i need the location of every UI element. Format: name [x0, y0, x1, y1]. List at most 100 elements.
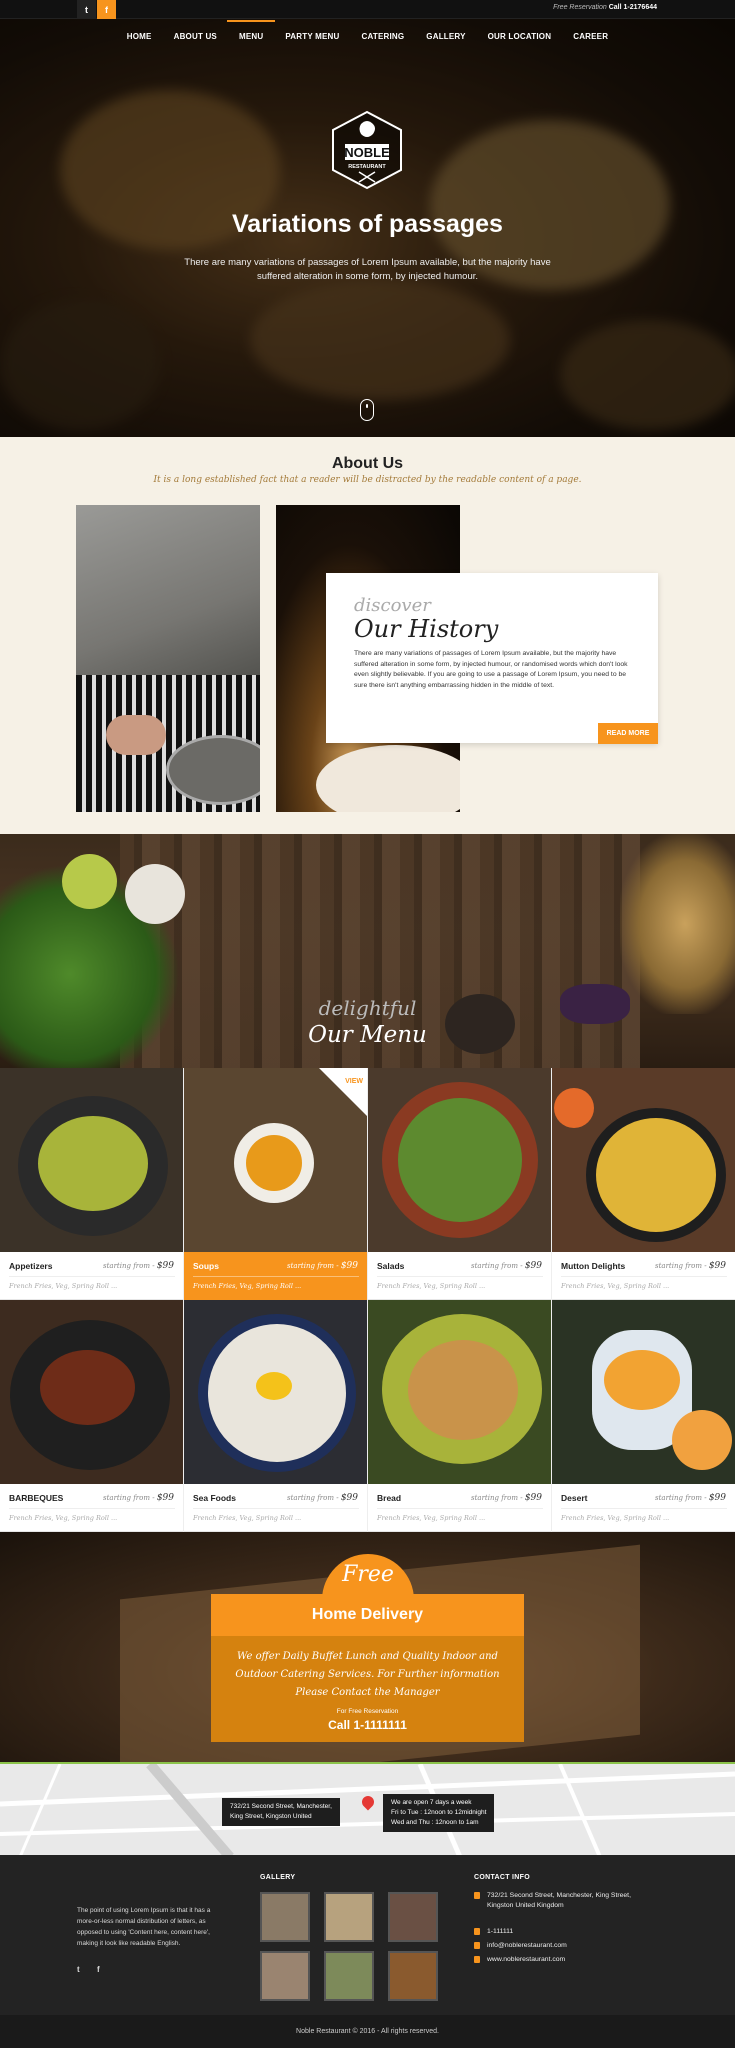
- menu-item-starting: starting from -: [103, 1494, 155, 1502]
- footer-twitter-icon[interactable]: t: [77, 1965, 80, 1974]
- menu-item-desc: French Fries, Veg, Spring Roll ...: [377, 1282, 486, 1290]
- phone-icon: [474, 1928, 480, 1935]
- menu-item-price-value: $99: [708, 1261, 726, 1271]
- menu-card-sea-foods[interactable]: Sea Foods starting from - $99 French Fri…: [184, 1300, 368, 1532]
- copyright: Noble Restaurant © 2016 - All rights res…: [0, 2015, 735, 2048]
- menu-item-price: starting from - $99: [471, 1493, 542, 1503]
- view-link[interactable]: VIEW: [345, 1078, 363, 1085]
- about-section: About Us It is a long established fact t…: [0, 437, 735, 834]
- scroll-mouse-icon[interactable]: [360, 399, 374, 421]
- menu-item-desc: French Fries, Veg, Spring Roll ...: [193, 1282, 302, 1290]
- menu-item-price-value: $99: [524, 1261, 542, 1271]
- divider: [9, 1508, 175, 1509]
- map-hours-line2: Fri to Tue : 12noon to 12midnight: [391, 1809, 487, 1816]
- menu-item-price: starting from - $99: [103, 1261, 174, 1271]
- email-icon: [474, 1942, 480, 1949]
- menu-item-price-value: $99: [524, 1493, 542, 1503]
- free-label: Free: [342, 1562, 394, 1587]
- barbeques-image: [0, 1300, 183, 1484]
- menu-item-price: starting from - $99: [655, 1493, 726, 1503]
- hero-section: t f Free Reservation Call 1-2176644 HOME…: [0, 0, 735, 437]
- menu-item-desc: French Fries, Veg, Spring Roll ...: [9, 1282, 118, 1290]
- nav-home[interactable]: HOME: [127, 32, 152, 41]
- menu-card-barbeques[interactable]: BARBEQUES starting from - $99 French Fri…: [0, 1300, 184, 1532]
- twitter-icon[interactable]: t: [77, 0, 96, 19]
- facebook-icon[interactable]: f: [97, 0, 116, 19]
- nav-catering[interactable]: CATERING: [362, 32, 405, 41]
- contact-web-text[interactable]: www.noblerestaurant.com: [487, 1955, 647, 1965]
- delivery-text: We offer Daily Buffet Lunch and Quality …: [235, 1651, 500, 1698]
- menu-card-bar: Bread starting from - $99 French Fries, …: [368, 1484, 551, 1532]
- gallery-thumb-2[interactable]: [324, 1892, 374, 1942]
- menu-item-starting: starting from -: [471, 1494, 523, 1502]
- desert-image: [552, 1300, 735, 1484]
- nav-our-location[interactable]: OUR LOCATION: [488, 32, 552, 41]
- gallery-thumb-6[interactable]: [388, 1951, 438, 2001]
- location-icon: [474, 1892, 480, 1899]
- read-more-button[interactable]: READ MORE: [598, 723, 658, 744]
- menu-card-soups[interactable]: VIEW Soups starting from - $99 French Fr…: [184, 1068, 368, 1300]
- menu-card-bread[interactable]: Bread starting from - $99 French Fries, …: [368, 1300, 552, 1532]
- our-menu-title: Our Menu: [308, 1022, 427, 1048]
- menu-item-starting: starting from -: [655, 1494, 707, 1502]
- top-reservation: Free Reservation Call 1-2176644: [553, 4, 657, 11]
- view-corner: [319, 1068, 367, 1116]
- footer-facebook-icon[interactable]: f: [97, 1965, 100, 1974]
- menu-card-bar: Appetizers starting from - $99 French Fr…: [0, 1252, 183, 1300]
- menu-item-name: Mutton Delights: [561, 1261, 626, 1271]
- gallery-title: GALLERY: [260, 1874, 296, 1881]
- divider: [9, 1276, 175, 1277]
- globe-icon: [474, 1956, 480, 1963]
- nav-gallery[interactable]: GALLERY: [426, 32, 465, 41]
- menu-item-desc: French Fries, Veg, Spring Roll ...: [9, 1514, 118, 1522]
- nav-career[interactable]: CAREER: [573, 32, 608, 41]
- discover-label: discover: [354, 595, 431, 616]
- map-hours-line3: Wed and Thu : 12noon to 1am: [391, 1819, 479, 1826]
- nav-menu[interactable]: MENU: [226, 20, 276, 41]
- divider: [561, 1276, 727, 1277]
- menu-item-starting: starting from -: [287, 1262, 339, 1270]
- menu-card-mutton[interactable]: Mutton Delights starting from - $99 Fren…: [552, 1068, 735, 1300]
- gallery-thumb-1[interactable]: [260, 1892, 310, 1942]
- menu-item-starting: starting from -: [287, 1494, 339, 1502]
- top-call-number[interactable]: Call 1-2176644: [609, 4, 657, 11]
- menu-item-starting: starting from -: [103, 1262, 155, 1270]
- menu-item-name: Desert: [561, 1493, 588, 1503]
- menu-card-bar: Soups starting from - $99 French Fries, …: [184, 1252, 367, 1300]
- menu-card-desert[interactable]: Desert starting from - $99 French Fries,…: [552, 1300, 735, 1532]
- nav-about-us[interactable]: ABOUT US: [174, 32, 217, 41]
- hero-title: Variations of passages: [232, 210, 503, 238]
- map-address-line2: King Street, Kingston United: [230, 1813, 312, 1820]
- nav-party-menu[interactable]: PARTY MENU: [285, 32, 339, 41]
- menu-card-salads[interactable]: Salads starting from - $99 French Fries,…: [368, 1068, 552, 1300]
- gallery-thumb-4[interactable]: [260, 1951, 310, 2001]
- contact-email-text[interactable]: info@noblerestaurant.com: [487, 1941, 647, 1951]
- menu-item-name: Appetizers: [9, 1261, 53, 1271]
- menu-card-appetizers[interactable]: Appetizers starting from - $99 French Fr…: [0, 1068, 184, 1300]
- map-address-line1: 732/21 Second Street, Manchester,: [230, 1803, 332, 1810]
- location-map[interactable]: 732/21 Second Street, Manchester, King S…: [0, 1762, 735, 1855]
- noble-logo[interactable]: NOBLE RESTAURANT: [331, 110, 403, 190]
- free-reservation-label: Free Reservation: [553, 4, 607, 11]
- divider: [377, 1508, 543, 1509]
- menu-card-bar: BARBEQUES starting from - $99 French Fri…: [0, 1484, 183, 1532]
- menu-item-price-value: $99: [156, 1261, 174, 1271]
- gallery-thumb-3[interactable]: [388, 1892, 438, 1942]
- divider: [561, 1508, 727, 1509]
- map-address-label: 732/21 Second Street, Manchester, King S…: [222, 1798, 340, 1826]
- menu-item-starting: starting from -: [471, 1262, 523, 1270]
- menu-item-starting: starting from -: [655, 1262, 707, 1270]
- divider: [377, 1276, 543, 1277]
- hero-subtitle: There are many variations of passages of…: [184, 257, 551, 282]
- top-bar: t f Free Reservation Call 1-2176644: [0, 0, 735, 19]
- delivery-reservation-label: For Free Reservation: [336, 1708, 399, 1715]
- about-title: About Us: [331, 455, 404, 472]
- contact-address-text: 732/21 Second Street, Manchester, King S…: [487, 1892, 631, 1909]
- gallery-thumb-5[interactable]: [324, 1951, 374, 2001]
- menu-card-bar: Salads starting from - $99 French Fries,…: [368, 1252, 551, 1300]
- main-nav: HOME ABOUT US MENU PARTY MENU CATERING G…: [0, 20, 735, 41]
- delivery-call[interactable]: Call 1-1111111: [211, 1718, 524, 1732]
- menu-item-desc: French Fries, Veg, Spring Roll ...: [561, 1282, 670, 1290]
- menu-item-desc: French Fries, Veg, Spring Roll ...: [561, 1514, 670, 1522]
- contact-phone-text[interactable]: 1-111111: [487, 1927, 647, 1937]
